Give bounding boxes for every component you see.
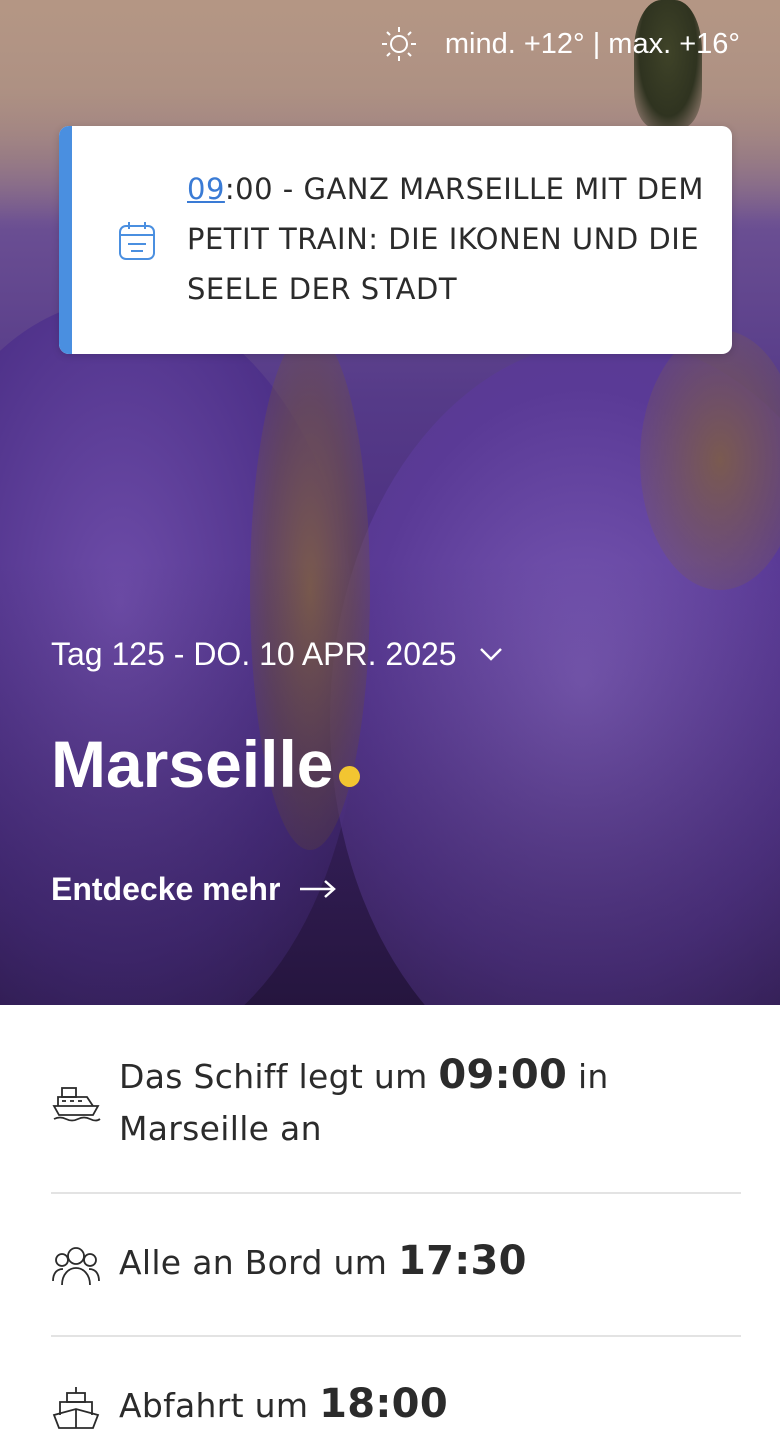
all-aboard-time: 17:30 [397, 1238, 527, 1284]
next-event-card[interactable]: 09:00 - GANZ MARSEILLE MIT DEM PETIT TRA… [59, 126, 732, 354]
departure-text: Abfahrt um 18:00 [119, 1378, 448, 1432]
event-hour-link[interactable]: 09 [187, 172, 225, 206]
departure-prefix: Abfahrt um [119, 1386, 320, 1425]
arrival-info: Das Schiff legt um 09:00 in Marseille an [51, 1049, 741, 1155]
discover-more-link[interactable]: Entdecke mehr [51, 866, 338, 912]
ship-icon [51, 1073, 101, 1123]
arrival-text: Das Schiff legt um 09:00 in Marseille an [119, 1049, 741, 1155]
hero-banner: mind. +12° | max. +16° 09:00 - GANZ MARS… [0, 0, 780, 1005]
all-aboard-info: Alle an Bord um 17:30 [51, 1235, 741, 1291]
sun-icon [379, 24, 419, 64]
all-aboard-text: Alle an Bord um 17:30 [119, 1235, 527, 1289]
discover-label: Entdecke mehr [51, 870, 281, 907]
temperature-range: mind. +12° | max. +16° [444, 27, 740, 60]
group-icon [51, 1241, 101, 1291]
divider [51, 1335, 741, 1337]
day-label: Tag 125 - DO. 10 APR. 2025 [51, 635, 457, 672]
event-description: :00 - GANZ MARSEILLE MIT DEM PETIT TRAIN… [187, 172, 704, 306]
arrival-prefix: Das Schiff legt um [119, 1057, 439, 1096]
ship-departure-icon [51, 1384, 101, 1434]
city-title: Marseille [51, 722, 360, 806]
event-title[interactable]: 09:00 - GANZ MARSEILLE MIT DEM PETIT TRA… [187, 164, 707, 314]
weather-forecast: mind. +12° | max. +16° [379, 22, 740, 66]
day-selector[interactable]: Tag 125 - DO. 10 APR. 2025 [51, 630, 505, 678]
accent-dot [338, 766, 360, 787]
all-aboard-prefix: Alle an Bord um [119, 1243, 398, 1282]
departure-time: 18:00 [319, 1381, 448, 1427]
chevron-down-icon [477, 644, 505, 664]
arrow-right-icon [298, 878, 338, 900]
event-accent-bar [59, 126, 72, 354]
arrival-time: 09:00 [438, 1052, 568, 1098]
calendar-icon [117, 220, 157, 262]
departure-info: Abfahrt um 18:00 [51, 1378, 741, 1434]
divider [51, 1192, 741, 1194]
city-name: Marseille [51, 727, 334, 801]
